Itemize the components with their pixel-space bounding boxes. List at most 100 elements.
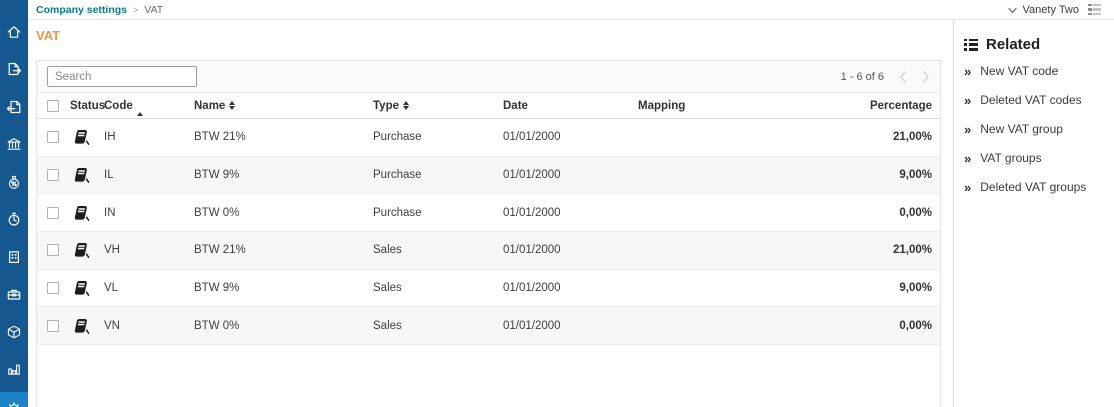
column-header-percentage: Percentage [848, 100, 940, 112]
table-row[interactable]: IHBTW 21%Purchase01/01/200021,00% [37, 119, 940, 157]
cell-name: BTW 9% [194, 169, 373, 181]
column-header-name[interactable]: Name [194, 100, 373, 112]
sidebar-item-sales[interactable] [0, 51, 28, 89]
column-header-type[interactable]: Type [373, 100, 503, 112]
related-item[interactable]: » Deleted VAT codes [964, 94, 1104, 107]
column-label: Date [503, 100, 528, 112]
cell-code: IN [104, 207, 194, 219]
double-chevron-icon: » [964, 96, 971, 106]
cell-type: Purchase [373, 207, 503, 219]
row-status-cell [70, 242, 104, 258]
cell-percentage: 9,00% [848, 282, 940, 294]
related-item-label: Deleted VAT codes [980, 94, 1081, 107]
column-label: Type [373, 100, 399, 112]
pagination-range: 1 - 6 of 6 [841, 71, 884, 83]
sidebar-item-home[interactable] [0, 13, 28, 51]
ledger-book-icon [72, 205, 104, 221]
row-select-cell [37, 244, 70, 256]
sidebar-item-time[interactable] [0, 201, 28, 239]
related-item[interactable]: »Deleted VAT groups [964, 181, 1104, 194]
sidebar-item-company[interactable] [0, 238, 28, 276]
breadcrumb-separator: > [133, 5, 138, 15]
sort-both-icon [229, 101, 235, 111]
related-item[interactable]: » VAT groups [964, 152, 1104, 165]
table-toolbar: 1 - 6 of 6 [37, 61, 940, 93]
cell-percentage: 9,00% [848, 169, 940, 181]
select-all-checkbox[interactable] [47, 100, 59, 112]
related-item-label: New VAT code [980, 65, 1058, 78]
sidebar-item-banking[interactable] [0, 126, 28, 164]
cell-date: 01/01/2000 [503, 169, 638, 181]
home-icon [6, 24, 22, 40]
double-chevron-icon: » [964, 125, 971, 135]
related-item-label: VAT groups [980, 152, 1041, 165]
related-item[interactable]: » New VAT code [964, 65, 1104, 78]
cell-percentage: 21,00% [848, 244, 940, 256]
bank-icon [6, 136, 22, 152]
topbar-right: Vanety Two [1008, 1, 1101, 19]
breadcrumb-current: VAT [144, 4, 163, 16]
ledger-book-icon [72, 167, 104, 183]
select-all-header[interactable] [37, 100, 70, 112]
table-row[interactable]: VHBTW 21%Sales01/01/200021,00% [37, 232, 940, 270]
breadcrumb-parent-link[interactable]: Company settings [36, 4, 127, 16]
vat-table-panel: 1 - 6 of 6 StatusCodeNameTypeDateMapping… [36, 60, 941, 407]
row-checkbox[interactable] [47, 282, 59, 294]
sidebar-item-items[interactable] [0, 313, 28, 351]
related-item[interactable]: » New VAT group [964, 123, 1104, 136]
sort-both-icon [403, 101, 409, 111]
breadcrumb: Company settings > VAT [36, 4, 163, 16]
cell-date: 01/01/2000 [503, 244, 638, 256]
cell-name: BTW 9% [194, 282, 373, 294]
table-row[interactable]: ILBTW 9%Purchase01/01/2000 9,00% [37, 157, 940, 195]
sidebar-item-assets[interactable] [0, 276, 28, 314]
related-panel: Related »New VAT code»Deleted VAT codes»… [953, 20, 1114, 407]
double-chevron-icon: » [964, 67, 971, 77]
row-checkbox[interactable] [47, 244, 59, 256]
cell-code: IL [104, 169, 194, 181]
cell-name: BTW 21% [194, 244, 373, 256]
page-title: VAT [36, 28, 60, 43]
cell-code: VN [104, 320, 194, 332]
table-row[interactable]: VLBTW 9%Sales01/01/20009,00% [37, 270, 940, 308]
column-header-date: Date [503, 100, 638, 112]
table-row[interactable]: VNBTW 0%Sales01/01/20000,00% [37, 307, 940, 345]
sidebar-item-settings-active[interactable] [0, 392, 28, 407]
related-item-label: New VAT group [980, 123, 1063, 136]
cell-date: 01/01/2000 [503, 131, 638, 143]
search-input[interactable] [47, 66, 197, 87]
ledger-book-icon [72, 242, 104, 258]
column-header-code[interactable]: Code [104, 100, 194, 112]
building-icon [6, 249, 22, 265]
cell-type: Purchase [373, 169, 503, 181]
cell-type: Sales [373, 282, 503, 294]
row-checkbox[interactable] [47, 131, 59, 143]
main-content: VAT 1 - 6 of 6 StatusCodeNameTypeDateMap… [28, 20, 953, 407]
list-menu-icon[interactable] [1088, 4, 1101, 15]
row-checkbox[interactable] [47, 207, 59, 219]
pagination-prev-button[interactable] [899, 71, 907, 83]
double-chevron-icon: » [964, 154, 971, 164]
row-select-cell [37, 131, 70, 143]
ledger-book-icon [72, 280, 104, 296]
double-chevron-icon: » [964, 183, 971, 193]
cell-type: Sales [373, 320, 503, 332]
row-checkbox[interactable] [47, 320, 59, 332]
chevron-down-icon [1008, 1, 1017, 19]
pagination-next-button[interactable] [922, 71, 930, 83]
stopwatch-icon [6, 211, 22, 227]
row-status-cell [70, 167, 104, 183]
company-selector[interactable]: Vanety Two [1008, 1, 1079, 19]
cell-percentage: 0,00% [848, 320, 940, 332]
company-name: Vanety Two [1023, 4, 1079, 16]
cell-date: 01/01/2000 [503, 207, 638, 219]
cell-code: IH [104, 131, 194, 143]
document-in-icon [6, 99, 22, 115]
related-items: » New VAT code » Deleted VAT codes » New VAT … [964, 65, 1104, 194]
sidebar-item-vat[interactable] [0, 163, 28, 201]
row-checkbox[interactable] [47, 169, 59, 181]
sidebar-item-reports[interactable] [0, 351, 28, 389]
row-select-cell [37, 320, 70, 332]
table-row[interactable]: INBTW 0%Purchase01/01/20000,00% [37, 194, 940, 232]
sidebar-item-purchase[interactable] [0, 88, 28, 126]
